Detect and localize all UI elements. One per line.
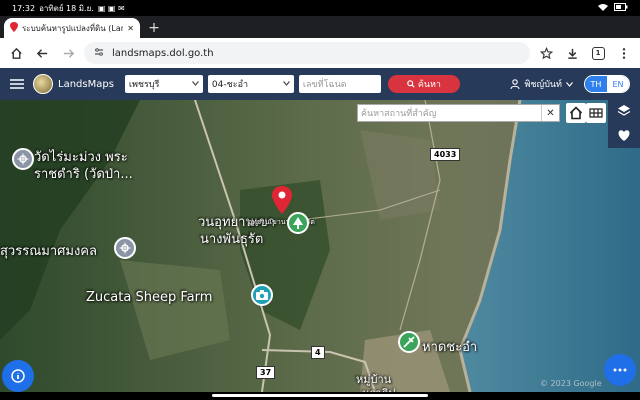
date: อาทิตย์ 18 มิ.ย. xyxy=(39,3,94,13)
app-brand: LandsMaps xyxy=(58,78,114,90)
lang-th-button[interactable]: TH xyxy=(585,76,607,92)
arrow-left-icon xyxy=(36,48,47,58)
hamburger-menu-icon[interactable] xyxy=(10,79,24,89)
district-value: 04-ชะอำ xyxy=(211,80,249,90)
star-icon xyxy=(539,46,553,59)
temple-poi-icon[interactable] xyxy=(12,148,34,170)
tab-switcher-button[interactable]: 1 xyxy=(588,43,608,63)
temple-poi-icon[interactable] xyxy=(114,237,136,259)
place-label-mangkhon: สุวรรณมาศมงคล xyxy=(0,244,97,259)
language-toggle: TH EN xyxy=(584,75,630,93)
search-button-label: ค้นหา xyxy=(417,80,441,90)
place-search-input[interactable]: ค้นหาสถานที่สำคัญ ✕ xyxy=(357,104,560,122)
grid-icon xyxy=(589,108,603,118)
home-icon xyxy=(569,106,583,120)
site-info-icon[interactable] xyxy=(94,47,104,60)
home-map-button[interactable] xyxy=(566,103,586,123)
wifi-icon xyxy=(598,3,608,13)
province-select[interactable]: เพชรบุรี xyxy=(124,75,203,93)
province-value: เพชรบุรี xyxy=(128,80,160,90)
arrow-right-icon xyxy=(63,48,74,58)
user-icon xyxy=(510,79,521,89)
url-text: landsmaps.dol.go.th xyxy=(112,47,214,59)
browser-toolbar: landsmaps.dol.go.th 1 xyxy=(0,38,640,68)
pin-favicon-icon xyxy=(10,22,18,34)
info-icon xyxy=(11,369,25,383)
search-button[interactable]: ค้นหา xyxy=(387,75,460,93)
place-label-beach: หาดชะอำ xyxy=(422,340,478,355)
home-icon xyxy=(10,47,22,59)
lang-en-button[interactable]: EN xyxy=(607,76,629,92)
clear-search-icon[interactable]: ✕ xyxy=(541,105,559,121)
more-vertical-icon xyxy=(622,47,626,59)
tab-count: 1 xyxy=(591,46,605,60)
deed-number-input[interactable]: เลขที่โฉนด xyxy=(298,75,381,93)
chevron-down-icon xyxy=(566,81,573,87)
close-tab-icon[interactable]: ✕ xyxy=(127,24,134,33)
location-fab-button[interactable] xyxy=(2,360,34,392)
google-copyright: © 2023 Google xyxy=(540,379,602,388)
more-horizontal-icon xyxy=(613,368,627,372)
chevron-down-icon xyxy=(191,79,199,89)
road-shield-4033: 4033 xyxy=(430,148,461,161)
heart-icon[interactable] xyxy=(617,127,631,146)
beach-poi-icon[interactable] xyxy=(398,331,420,353)
more-options-fab-button[interactable] xyxy=(604,354,636,386)
battery-icon xyxy=(614,3,628,13)
browser-tab[interactable]: ระบบค้นหารูปแปลงที่ดิน (Land ✕ xyxy=(4,18,140,38)
layers-icon[interactable] xyxy=(617,103,631,122)
notification-icons: ▣ ▣ ✉ xyxy=(97,3,125,13)
forward-button[interactable] xyxy=(58,43,78,63)
place-label-sheep-farm: Zucata Sheep Farm xyxy=(86,290,213,305)
road-shield-4: 4 xyxy=(311,346,325,359)
browser-menu-button[interactable] xyxy=(614,43,634,63)
satellite-map[interactable]: ค้นหาสถานที่สำคัญ ✕ วัดไร่มะม่วง พระ ราช… xyxy=(0,100,640,392)
download-icon xyxy=(567,48,577,59)
tab-strip: ระบบค้นหารูปแปลงที่ดิน (Land ✕ + xyxy=(0,16,640,38)
map-side-panel xyxy=(608,100,640,148)
bookmark-button[interactable] xyxy=(536,43,556,63)
system-status-bar: 17:32 อาทิตย์ 18 มิ.ย. ▣ ▣ ✉ xyxy=(0,0,640,16)
new-tab-button[interactable]: + xyxy=(144,18,164,38)
grid-map-button[interactable] xyxy=(586,103,606,123)
place-search-placeholder: ค้นหาสถานที่สำคัญ xyxy=(361,109,437,119)
place-label-village-2: นราธิป xyxy=(362,384,395,392)
place-label-temple-2: ราชดำริ (วัดป่า... xyxy=(34,167,133,182)
search-icon xyxy=(407,80,415,88)
place-label-forest-2: นางพันธุรัต xyxy=(200,232,264,247)
address-bar[interactable]: landsmaps.dol.go.th xyxy=(84,42,530,64)
road-shield-37: 37 xyxy=(256,366,276,379)
app-header: LandsMaps เพชรบุรี 04-ชะอำ เลขที่โฉนด ค้… xyxy=(0,68,640,100)
camera-poi-icon[interactable] xyxy=(251,284,273,306)
clock: 17:32 xyxy=(12,3,36,13)
user-menu[interactable]: พิชญ์บันท์ xyxy=(510,77,573,91)
tab-title: ระบบค้นหารูปแปลงที่ดิน (Land xyxy=(22,23,124,33)
chevron-down-icon xyxy=(282,79,290,89)
home-button[interactable] xyxy=(6,43,26,63)
landsmaps-logo xyxy=(33,74,53,94)
gesture-home-bar xyxy=(0,392,640,400)
user-name: พิชญ์บันท์ xyxy=(524,80,562,90)
district-select[interactable]: 04-ชะอำ xyxy=(207,75,294,93)
download-button[interactable] xyxy=(562,43,582,63)
location-marker-icon[interactable] xyxy=(272,186,292,218)
back-button[interactable] xyxy=(32,43,52,63)
